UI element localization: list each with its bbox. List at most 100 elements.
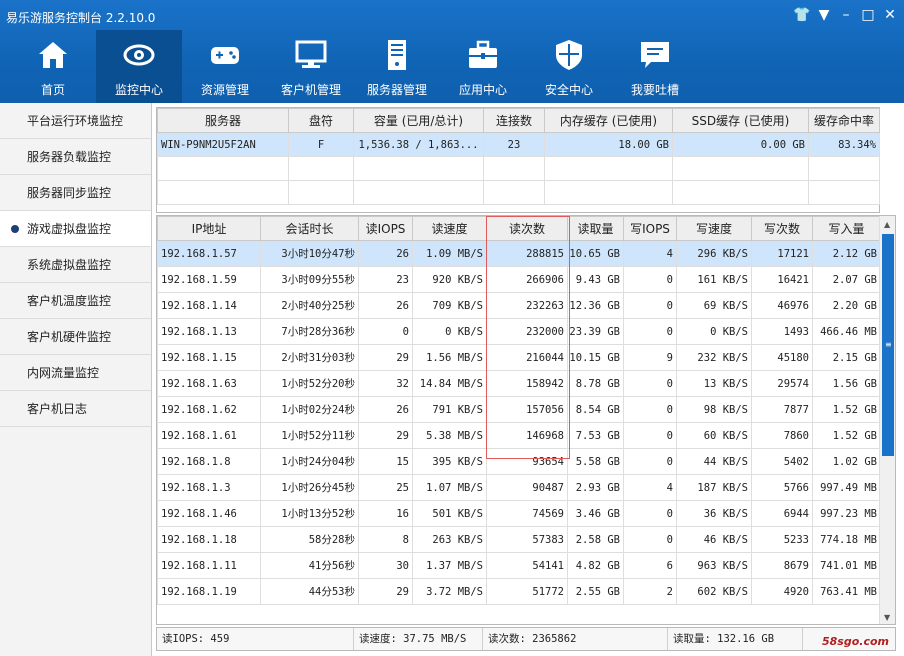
toolbar-label: 安全中心 xyxy=(544,83,593,97)
client-column-header[interactable]: 读IOPS xyxy=(358,216,413,241)
client-cell: 741.01 MB xyxy=(812,552,881,579)
sidebar-item-label: 内网流量监控 xyxy=(27,366,100,380)
client-cell: 192.168.1.15 xyxy=(157,344,261,371)
client-cell: 26 xyxy=(358,292,413,319)
sidebar-item-2[interactable]: 服务器同步监控 xyxy=(0,175,151,211)
client-table-row[interactable]: 192.168.1.59 3小时09分55秒 23 920 KB/S 266906 9.4… xyxy=(157,266,881,293)
client-column-header[interactable]: 会话时长 xyxy=(260,216,359,241)
server-column-header[interactable]: 缓存命中率 xyxy=(808,108,880,133)
toolbar-monitor-button[interactable]: 客户机管理 xyxy=(268,30,354,103)
client-table-row[interactable]: 192.168.1.19 44分53秒 29 3.72 MB/S 51772 2.55 G… xyxy=(157,578,881,605)
toolbar-eye-button[interactable]: 监控中心 xyxy=(96,30,182,103)
client-cell: 2.20 GB xyxy=(812,292,881,319)
scroll-down-icon[interactable]: ▼ xyxy=(884,613,890,622)
client-cell: 1.07 MB/S xyxy=(412,474,487,501)
client-cell: 0 xyxy=(623,422,677,449)
sidebar-item-label: 系统虚拟盘监控 xyxy=(27,258,112,272)
server-column-header[interactable]: 连接数 xyxy=(483,108,545,133)
client-cell: 7877 xyxy=(751,396,813,423)
server-empty-cell xyxy=(544,180,673,205)
server-column-header[interactable]: 容量 (已用/总计) xyxy=(353,108,484,133)
sidebar-item-6[interactable]: 客户机硬件监控 xyxy=(0,319,151,355)
client-table-row[interactable]: 192.168.1.8 1小时24分04秒 15 395 KB/S 93654 5.58 … xyxy=(157,448,881,475)
toolbar-server-button[interactable]: 服务器管理 xyxy=(354,30,440,103)
client-table-row[interactable]: 192.168.1.13 7小时28分36秒 0 0 KB/S 232000 23.39 … xyxy=(157,318,881,345)
client-column-header[interactable]: 写次数 xyxy=(751,216,813,241)
client-cell: 2小时31分03秒 xyxy=(260,344,359,371)
window-title: 易乐游服务控制台 2.2.10.0 xyxy=(6,11,156,25)
client-cell: 74569 xyxy=(486,500,568,527)
client-column-header[interactable]: 读次数 xyxy=(486,216,568,241)
server-column-header[interactable]: 内存缓存 (已使用) xyxy=(544,108,673,133)
client-table-row[interactable]: 192.168.1.18 58分28秒 8 263 KB/S 57383 2.58 GB 0… xyxy=(157,526,881,553)
client-cell: 1493 xyxy=(751,318,813,345)
scroll-thumb[interactable]: ≡ xyxy=(882,234,894,456)
skin-icon[interactable]: 👕 xyxy=(792,6,812,24)
server-column-header[interactable]: 服务器 xyxy=(157,108,289,133)
client-cell: 192.168.1.8 xyxy=(157,448,261,475)
client-table-row[interactable]: 192.168.1.15 2小时31分03秒 29 1.56 MB/S 216044 10… xyxy=(157,344,881,371)
close-icon[interactable]: ✕ xyxy=(880,6,900,24)
client-table-row[interactable]: 192.168.1.63 1小时52分20秒 32 14.84 MB/S 158942 8… xyxy=(157,370,881,397)
client-cell: 161 KB/S xyxy=(676,266,752,293)
client-cell: 146968 xyxy=(486,422,568,449)
scroll-up-icon[interactable]: ▲ xyxy=(884,220,890,229)
client-cell: 2.12 GB xyxy=(812,240,881,267)
server-column-header[interactable]: 盘符 xyxy=(288,108,354,133)
sidebar-item-7[interactable]: 内网流量监控 xyxy=(0,355,151,391)
sidebar-item-label: 客户机硬件监控 xyxy=(27,330,112,344)
menu-icon[interactable]: ▼ xyxy=(814,6,834,24)
toolbar-chat-button[interactable]: 我要吐槽 xyxy=(612,30,698,103)
maximize-icon[interactable]: □ xyxy=(858,6,878,24)
client-column-header[interactable]: 写速度 xyxy=(676,216,752,241)
sidebar-item-4[interactable]: 系统虚拟盘监控 xyxy=(0,247,151,283)
client-table-scrollbar[interactable]: ▲ ≡ ▼ xyxy=(879,216,895,624)
client-cell: 13 KB/S xyxy=(676,370,752,397)
client-table-row[interactable]: 192.168.1.61 1小时52分11秒 29 5.38 MB/S 146968 7.… xyxy=(157,422,881,449)
client-table-row[interactable]: 192.168.1.57 3小时10分47秒 26 1.09 MB/S 288815 10… xyxy=(157,240,881,267)
sidebar-item-0[interactable]: 平台运行环境监控 xyxy=(0,103,151,139)
client-cell: 14.84 MB/S xyxy=(412,370,487,397)
toolbar-toolbox-button[interactable]: 应用中心 xyxy=(440,30,526,103)
client-cell: 192.168.1.13 xyxy=(157,318,261,345)
client-cell: 7860 xyxy=(751,422,813,449)
client-column-header[interactable]: IP地址 xyxy=(157,216,261,241)
client-column-header[interactable]: 读取量 xyxy=(567,216,624,241)
toolbar-home-button[interactable]: 首页 xyxy=(10,30,96,103)
server-table-row[interactable]: WIN-P9NM2U5F2AN F 1,536.38 / 1,863... 23 18.… xyxy=(157,132,880,157)
toolbar-label: 服务器管理 xyxy=(366,83,427,97)
client-cell: 288815 xyxy=(486,240,568,267)
sidebar-item-3[interactable]: 游戏虚拟盘监控 xyxy=(0,211,151,247)
client-table-row[interactable]: 192.168.1.3 1小时26分45秒 25 1.07 MB/S 90487 2.93… xyxy=(157,474,881,501)
client-column-header[interactable]: 写IOPS xyxy=(623,216,677,241)
client-table-row[interactable]: 192.168.1.11 41分56秒 30 1.37 MB/S 54141 4.82 G… xyxy=(157,552,881,579)
client-cell: 9.43 GB xyxy=(567,266,624,293)
sidebar-item-8[interactable]: 客户机日志 xyxy=(0,391,151,427)
client-cell: 0 xyxy=(623,396,677,423)
toolbar-label: 首页 xyxy=(40,83,65,97)
server-cell: 23 xyxy=(483,132,545,157)
client-column-header[interactable]: 读速度 xyxy=(412,216,487,241)
server-column-header[interactable]: SSD缓存 (已使用) xyxy=(672,108,809,133)
client-cell: 8 xyxy=(358,526,413,553)
client-cell: 1.02 GB xyxy=(812,448,881,475)
client-table-row[interactable]: 192.168.1.14 2小时40分25秒 26 709 KB/S 232263 12.… xyxy=(157,292,881,319)
client-column-header[interactable]: 写入量 xyxy=(812,216,881,241)
client-table-row[interactable]: 192.168.1.46 1小时13分52秒 16 501 KB/S 74569 3.46… xyxy=(157,500,881,527)
client-cell: 157056 xyxy=(486,396,568,423)
toolbar-gamepad-button[interactable]: 资源管理 xyxy=(182,30,268,103)
sidebar-item-label: 客户机温度监控 xyxy=(27,294,112,308)
client-cell: 501 KB/S xyxy=(412,500,487,527)
client-cell: 0 xyxy=(623,318,677,345)
client-cell: 1小时24分04秒 xyxy=(260,448,359,475)
server-cell: F xyxy=(288,132,354,157)
sidebar-item-1[interactable]: 服务器负载监控 xyxy=(0,139,151,175)
sidebar-item-5[interactable]: 客户机温度监控 xyxy=(0,283,151,319)
minimize-icon[interactable]: – xyxy=(836,6,856,24)
toolbar-shield-button[interactable]: 安全中心 xyxy=(526,30,612,103)
client-table-row[interactable]: 192.168.1.62 1小时02分24秒 26 791 KB/S 157056 8.5… xyxy=(157,396,881,423)
server-empty-cell xyxy=(808,156,880,181)
client-cell: 29574 xyxy=(751,370,813,397)
client-cell: 6 xyxy=(623,552,677,579)
client-cell: 9 xyxy=(623,344,677,371)
